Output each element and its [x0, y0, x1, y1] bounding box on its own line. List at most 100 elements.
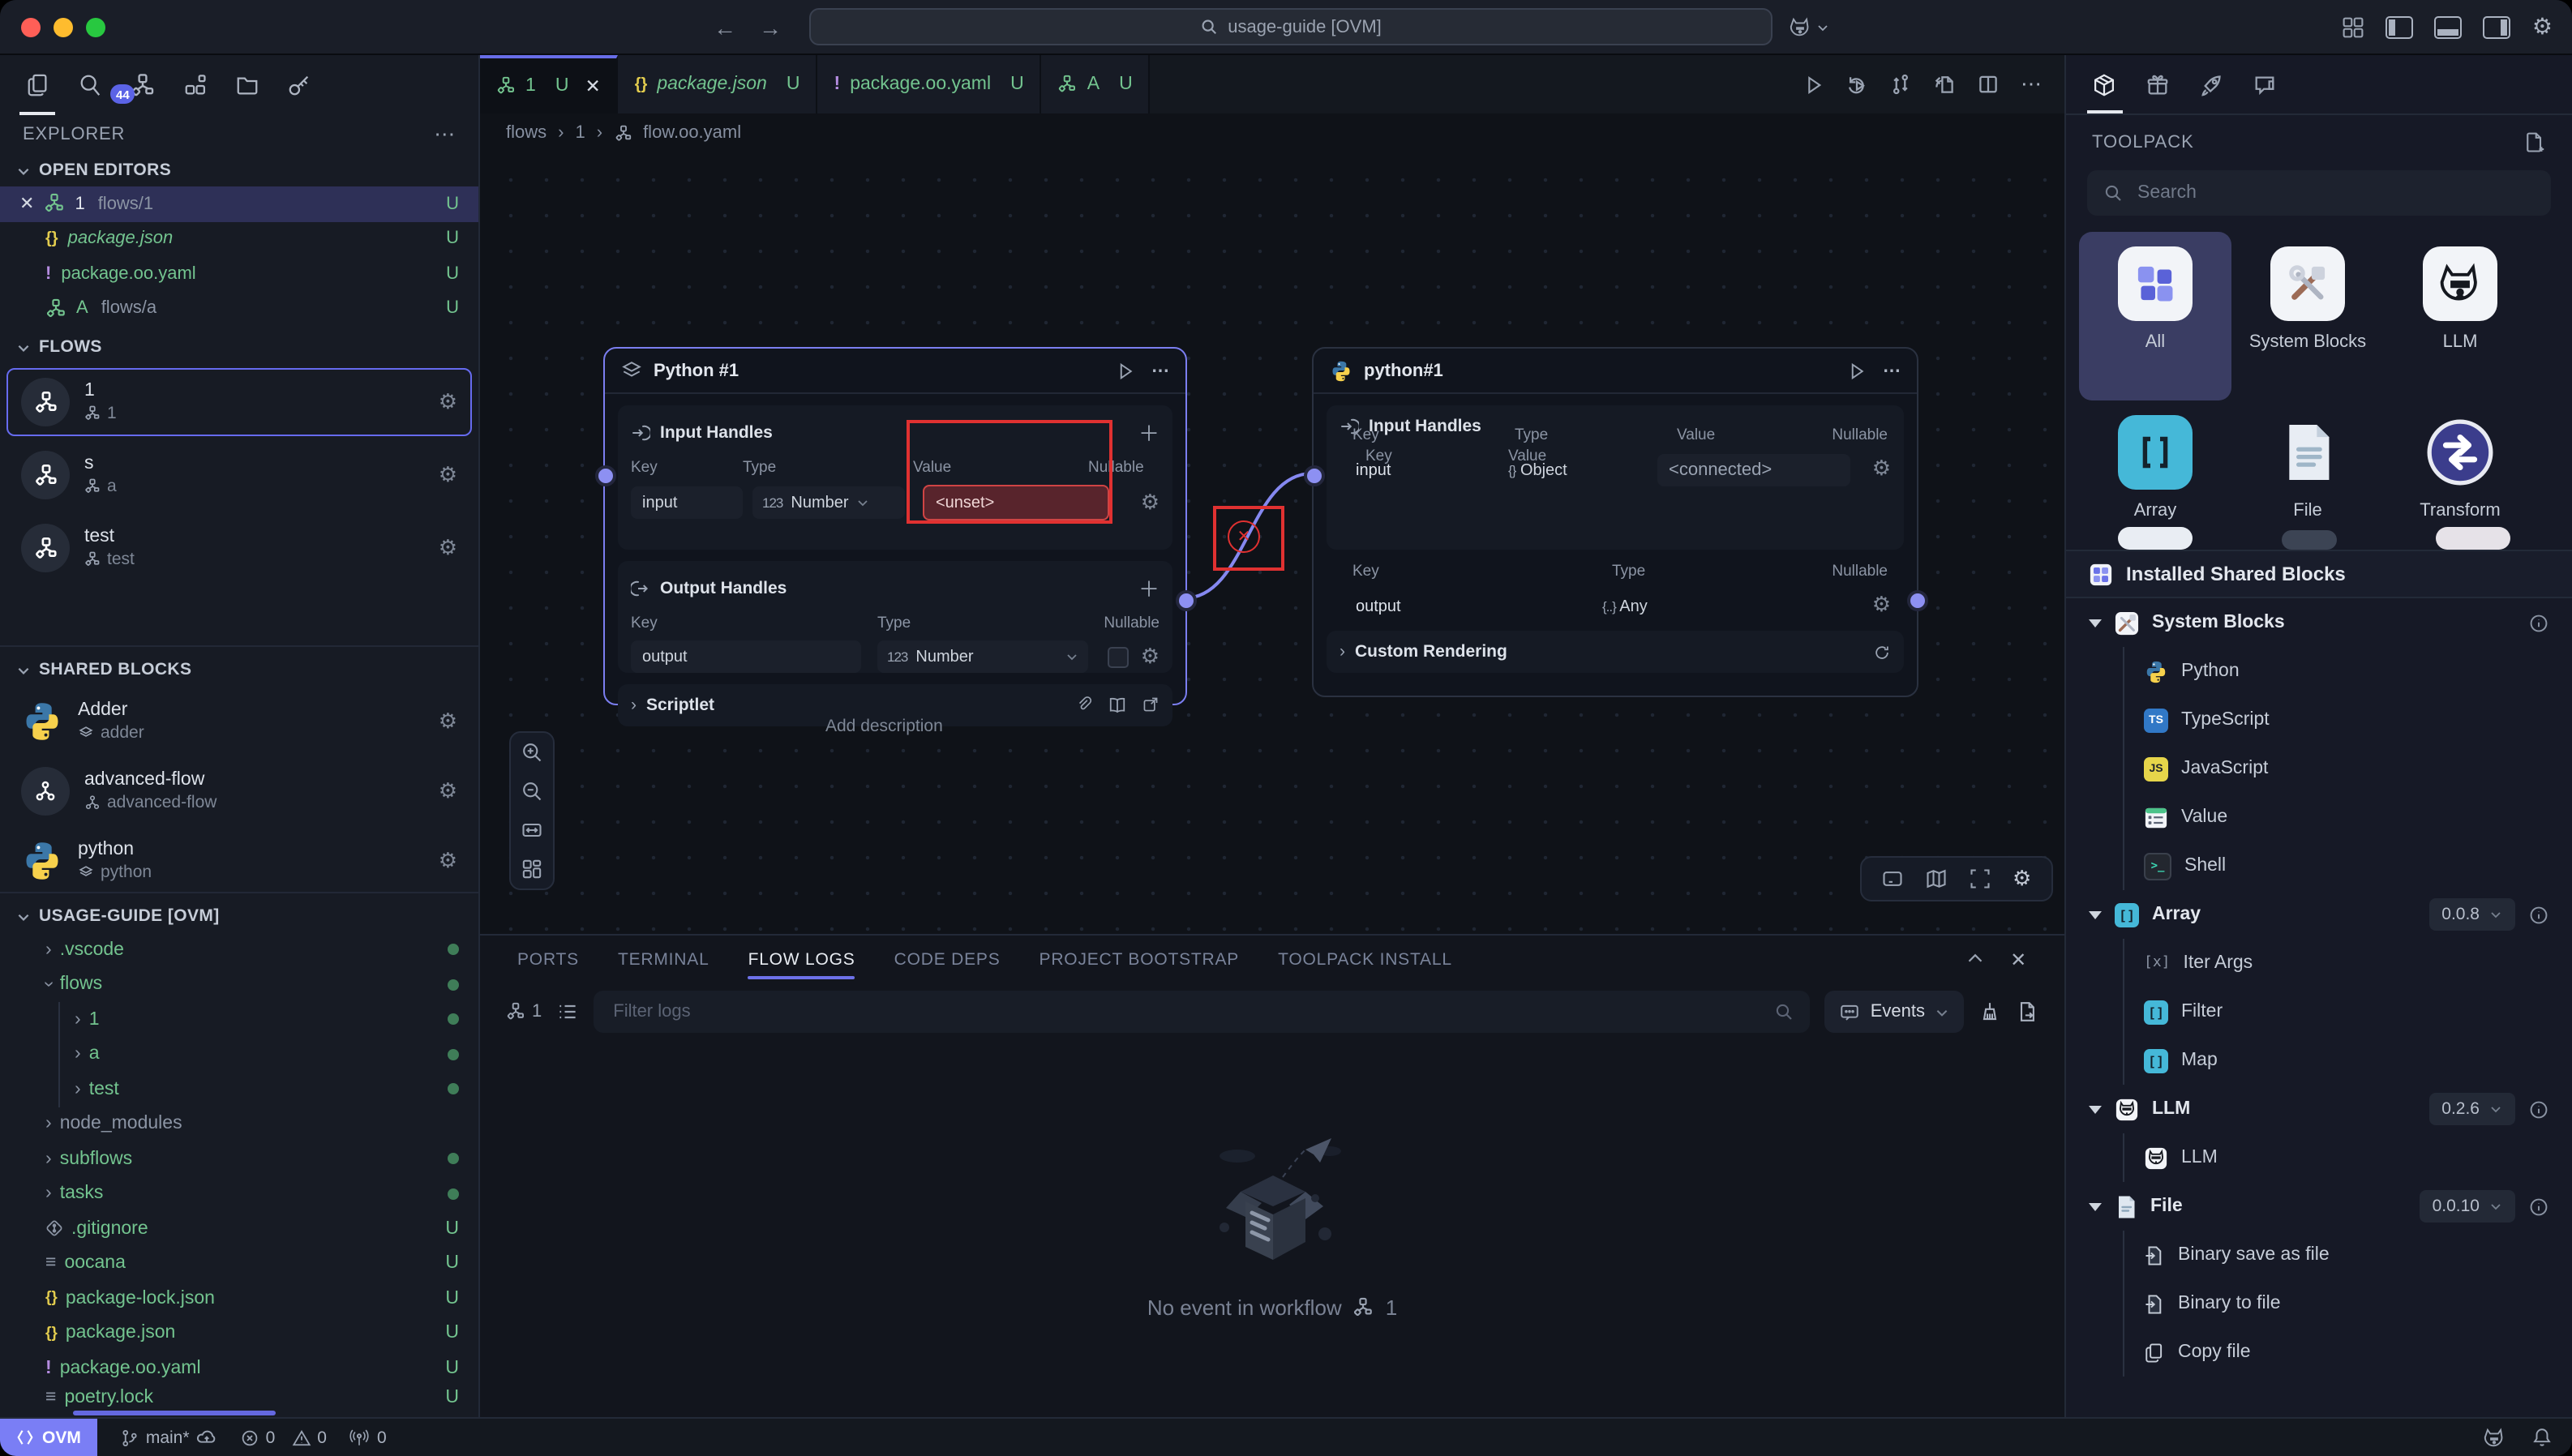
block-item-llm[interactable]: LLM: [2066, 1133, 2572, 1182]
open-editor-item[interactable]: {} package.json U: [0, 221, 478, 256]
tab-flow-a[interactable]: A U: [1042, 55, 1151, 113]
open-editors-header[interactable]: OPEN EDITORS: [0, 154, 478, 186]
panel-tab-toolpack-install[interactable]: TOOLPACK INSTALL: [1278, 936, 1452, 984]
flow-card[interactable]: s a ⚙: [6, 441, 472, 509]
version-select[interactable]: 0.0.8: [2428, 898, 2515, 931]
close-panel-icon[interactable]: ✕: [2010, 949, 2027, 971]
events-dropdown[interactable]: Events: [1825, 991, 1964, 1033]
info-icon[interactable]: [2528, 1196, 2549, 1217]
log-list-icon[interactable]: [556, 1000, 579, 1023]
block-item-value[interactable]: Value: [2066, 793, 2572, 841]
group-file[interactable]: File 0.0.10: [2066, 1182, 2572, 1231]
block-item-filter[interactable]: [ ] Filter: [2066, 987, 2572, 1036]
panel-tab-code-deps[interactable]: CODE DEPS: [894, 936, 1001, 984]
tree-item[interactable]: {}package.jsonU: [0, 1316, 478, 1351]
info-icon[interactable]: [2528, 1098, 2549, 1120]
ports-indicator[interactable]: 0: [349, 1427, 387, 1448]
close-icon[interactable]: ✕: [19, 194, 34, 215]
tree-item[interactable]: ›flows: [0, 967, 478, 1002]
console-icon[interactable]: [1881, 867, 1904, 890]
version-select[interactable]: 0.2.6: [2428, 1093, 2515, 1125]
block-item-binary-to-file[interactable]: Binary to file: [2066, 1279, 2572, 1328]
rocket-icon[interactable]: [2199, 72, 2223, 96]
gear-icon[interactable]: ⚙: [1141, 644, 1160, 670]
toolpack-search-field[interactable]: [2087, 170, 2551, 216]
gear-icon[interactable]: ⚙: [1872, 592, 1891, 618]
node-more-icon[interactable]: ⋯: [1151, 360, 1169, 381]
group-array[interactable]: [ ] Array 0.0.8: [2066, 890, 2572, 939]
input-type-select[interactable]: 123 Number: [752, 486, 905, 519]
input-key-field[interactable]: input: [631, 486, 743, 519]
feedback-icon[interactable]: [2253, 72, 2277, 96]
version-select[interactable]: 0.0.10: [2420, 1190, 2515, 1223]
remote-indicator[interactable]: OVM: [0, 1419, 97, 1456]
key-icon[interactable]: [287, 73, 311, 97]
custom-rendering-section[interactable]: › Custom Rendering: [1327, 631, 1904, 673]
group-llm[interactable]: LLM 0.2.6: [2066, 1085, 2572, 1133]
block-item-binary-save-as-file[interactable]: Binary save as file: [2066, 1231, 2572, 1279]
tab-package-json[interactable]: {} package.json U: [619, 55, 818, 113]
filter-logs-input[interactable]: [610, 1000, 1774, 1023]
export-file-icon[interactable]: [1933, 73, 1956, 96]
panel-tab-flow-logs[interactable]: FLOW LOGS: [748, 936, 855, 984]
canvas-settings-gear-icon[interactable]: ⚙: [2013, 866, 2031, 892]
block-item-python[interactable]: Python: [2066, 647, 2572, 696]
output-key-field[interactable]: output: [631, 640, 861, 673]
add-input-handle-button[interactable]: ＋: [1138, 417, 1160, 448]
tree-item[interactable]: ≡oocanaU: [0, 1246, 478, 1281]
gear-icon[interactable]: ⚙: [439, 778, 457, 804]
more-icon[interactable]: ⋯: [434, 122, 456, 148]
tree-item[interactable]: ›.vscode: [0, 932, 478, 967]
flow-canvas[interactable]: Python #1 ⋯ Input Handles ＋ Key Type: [480, 152, 2064, 934]
forward-icon[interactable]: →: [759, 14, 782, 40]
horizontal-scrollbar[interactable]: [73, 1411, 276, 1415]
tree-item[interactable]: {}package-lock.jsonU: [0, 1281, 478, 1316]
open-editor-item[interactable]: ! package.oo.yaml U: [0, 256, 478, 291]
zoom-in-icon[interactable]: [521, 741, 543, 764]
flow-card[interactable]: 1 1 ⚙: [6, 368, 472, 436]
category-file[interactable]: File: [2231, 400, 2384, 550]
bell-icon[interactable]: [2531, 1427, 2553, 1448]
gear-icon[interactable]: ⚙: [1141, 490, 1160, 516]
settings-gear-icon[interactable]: ⚙: [2532, 13, 2553, 41]
category-all[interactable]: All: [2079, 232, 2231, 400]
node-python-hash-1[interactable]: python#1 ⋯ Input Handles Key Value: [1312, 347, 1918, 697]
toolpack-search-input[interactable]: [2134, 182, 2535, 204]
block-item-javascript[interactable]: JS JavaScript: [2066, 744, 2572, 793]
chevron-up-icon[interactable]: [1965, 949, 1984, 968]
tree-item[interactable]: ›a: [0, 1037, 478, 1072]
tree-item[interactable]: ›1: [0, 1002, 478, 1037]
info-icon[interactable]: [2528, 904, 2549, 925]
export-logs-icon[interactable]: [2016, 1000, 2038, 1023]
open-editor-item[interactable]: ✕ 1 flows/1 U: [0, 186, 478, 221]
minimize-window-button[interactable]: [54, 17, 73, 36]
block-item-shell[interactable]: >_ Shell: [2066, 841, 2572, 890]
node1-input-port[interactable]: [595, 465, 616, 486]
rerun-icon[interactable]: [1845, 73, 1868, 96]
more-actions-icon[interactable]: ⋯: [2021, 71, 2042, 97]
nullable-checkbox[interactable]: [1108, 646, 1130, 667]
minimap-icon[interactable]: [1925, 867, 1948, 890]
files-icon[interactable]: [26, 73, 50, 97]
zoom-out-icon[interactable]: [521, 780, 543, 803]
tree-item[interactable]: ≡poetry.lockU: [0, 1385, 478, 1408]
paperclip-icon[interactable]: [1075, 696, 1093, 713]
group-system-blocks[interactable]: System Blocks: [2066, 598, 2572, 647]
block-item-typescript[interactable]: TS TypeScript: [2066, 696, 2572, 744]
shared-blocks-header[interactable]: SHARED BLOCKS: [0, 653, 478, 686]
node2-output-port[interactable]: [1907, 590, 1928, 611]
gear-icon[interactable]: ⚙: [439, 848, 457, 874]
auto-layout-icon[interactable]: [521, 858, 543, 880]
node-python-1[interactable]: Python #1 ⋯ Input Handles ＋ Key Type: [603, 347, 1187, 705]
search-icon[interactable]: [78, 73, 102, 97]
back-icon[interactable]: ←: [714, 14, 736, 40]
shared-block-card[interactable]: advanced-flow advanced-flow ⚙: [6, 757, 472, 825]
gear-icon[interactable]: ⚙: [439, 462, 457, 488]
compare-icon[interactable]: [1889, 73, 1912, 96]
node1-output-port[interactable]: [1176, 590, 1197, 611]
tab-flow-1[interactable]: 1 U ✕: [480, 55, 619, 113]
run-icon[interactable]: [1803, 74, 1824, 95]
breadcrumb[interactable]: flows› 1› flow.oo.yaml: [480, 113, 2064, 152]
open-editor-item[interactable]: A flows/a U: [0, 291, 478, 326]
close-window-button[interactable]: [21, 17, 41, 36]
